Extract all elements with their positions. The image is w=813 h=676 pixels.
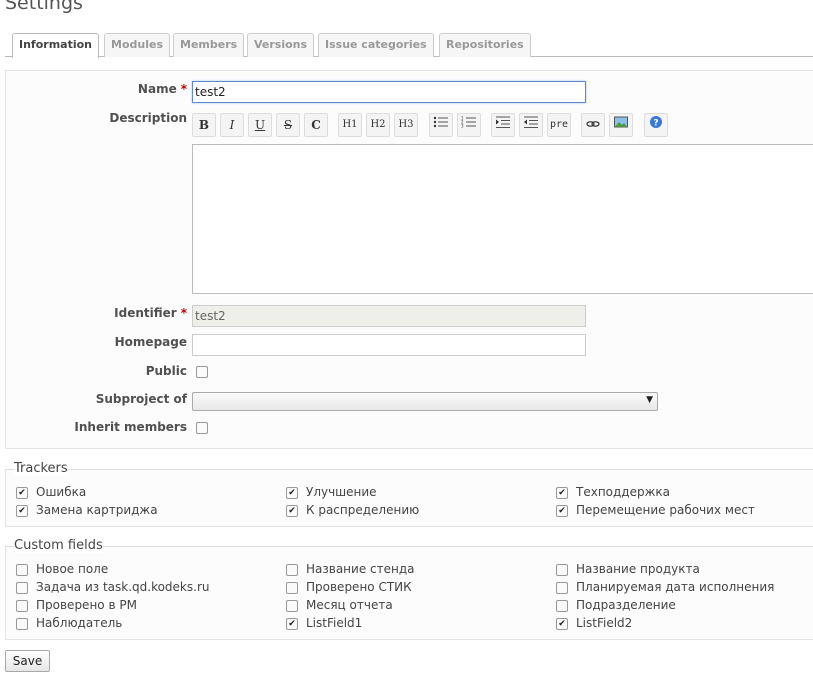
link-icon[interactable] (581, 113, 605, 137)
custom-field-label: Проверено в РМ (36, 598, 137, 612)
custom-field-checkbox[interactable] (16, 582, 28, 594)
required-marker: * (180, 82, 187, 96)
homepage-label: Homepage (114, 335, 187, 349)
tab-bar: Information Modules Members Versions Iss… (5, 32, 813, 58)
custom-field-label: Подразделение (576, 598, 676, 612)
name-input[interactable]: test2 (192, 81, 586, 103)
custom-field-checkbox[interactable] (286, 582, 298, 594)
custom-field-checkbox[interactable] (556, 564, 568, 576)
custom-field-label: Название стенда (306, 562, 415, 576)
tab-members[interactable]: Members (173, 33, 245, 57)
ordered-list-icon[interactable]: 123 (457, 113, 481, 137)
inherit-members-checkbox[interactable] (196, 422, 208, 434)
tracker-label: Замена картриджа (36, 503, 158, 517)
page-title: Settings (5, 0, 83, 14)
custom-field-checkbox[interactable] (16, 564, 28, 576)
tracker-checkbox[interactable] (16, 505, 28, 517)
unordered-list-icon[interactable] (429, 113, 453, 137)
custom-field-checkbox[interactable] (556, 618, 568, 630)
strikethrough-button[interactable]: S (276, 113, 300, 137)
trackers-legend: Trackers (14, 461, 68, 476)
identifier-input: test2 (192, 305, 586, 327)
custom-field-checkbox[interactable] (286, 600, 298, 612)
custom-field-label: Название продукта (576, 562, 700, 576)
tracker-checkbox[interactable] (556, 487, 568, 499)
custom-fields-legend: Custom fields (14, 538, 103, 553)
dropdown-arrow-icon: ▼ (646, 395, 653, 405)
tab-information[interactable]: Information (12, 33, 99, 58)
heading3-button[interactable]: H3 (394, 113, 418, 137)
trackers-fieldset (5, 470, 813, 527)
required-marker: * (180, 306, 187, 320)
tracker-label: Перемещение рабочих мест (576, 503, 755, 517)
description-textarea[interactable] (192, 144, 813, 294)
tab-modules[interactable]: Modules (104, 33, 170, 57)
svg-text:?: ? (653, 119, 658, 129)
tracker-checkbox[interactable] (286, 487, 298, 499)
inherit-members-label: Inherit members (74, 420, 187, 434)
tracker-label: К распределению (306, 503, 420, 517)
identifier-label: Identifier * (114, 306, 187, 320)
custom-field-label: Проверено СТИК (306, 580, 412, 594)
custom-field-checkbox[interactable] (556, 600, 568, 612)
custom-field-checkbox[interactable] (16, 600, 28, 612)
custom-field-checkbox[interactable] (556, 582, 568, 594)
subproject-select[interactable]: ▼ (192, 392, 658, 411)
image-icon[interactable] (609, 113, 633, 137)
custom-field-label: Планируемая дата исполнения (576, 580, 775, 594)
inline-code-button[interactable]: C (304, 113, 328, 137)
outdent-icon[interactable] (519, 113, 543, 137)
tracker-checkbox[interactable] (556, 505, 568, 517)
tracker-label: Ошибка (36, 485, 87, 499)
homepage-input[interactable] (192, 334, 586, 356)
custom-field-label: Задача из task.qd.kodeks.ru (36, 580, 210, 594)
tab-repositories[interactable]: Repositories (439, 33, 531, 57)
italic-button[interactable]: I (220, 113, 244, 137)
tab-issue-categories[interactable]: Issue categories (318, 33, 434, 57)
tracker-checkbox[interactable] (286, 505, 298, 517)
tracker-checkbox[interactable] (16, 487, 28, 499)
custom-field-label: Наблюдатель (36, 616, 123, 630)
underline-button[interactable]: U (248, 113, 272, 137)
save-button[interactable]: Save (5, 650, 50, 672)
custom-field-label: ListField1 (306, 616, 363, 630)
heading2-button[interactable]: H2 (366, 113, 390, 137)
subproject-label: Subproject of (95, 392, 187, 406)
public-checkbox[interactable] (196, 366, 208, 378)
tab-versions[interactable]: Versions (247, 33, 315, 57)
public-label: Public (145, 364, 187, 378)
help-icon[interactable]: ? (644, 113, 668, 137)
indent-icon[interactable] (491, 113, 515, 137)
custom-field-checkbox[interactable] (286, 618, 298, 630)
custom-field-checkbox[interactable] (16, 618, 28, 630)
tracker-label: Техподдержка (576, 485, 671, 499)
tracker-label: Улучшение (306, 485, 377, 499)
custom-field-checkbox[interactable] (286, 564, 298, 576)
custom-field-label: Новое поле (36, 562, 109, 576)
svg-text:3: 3 (461, 124, 464, 129)
preformatted-button[interactable]: pre (547, 113, 571, 137)
bold-button[interactable]: B (192, 113, 216, 137)
custom-field-label: Месяц отчета (306, 598, 393, 612)
description-label: Description (109, 111, 187, 125)
custom-field-label: ListField2 (576, 616, 633, 630)
name-label: Name * (137, 82, 187, 96)
heading1-button[interactable]: H1 (338, 113, 362, 137)
